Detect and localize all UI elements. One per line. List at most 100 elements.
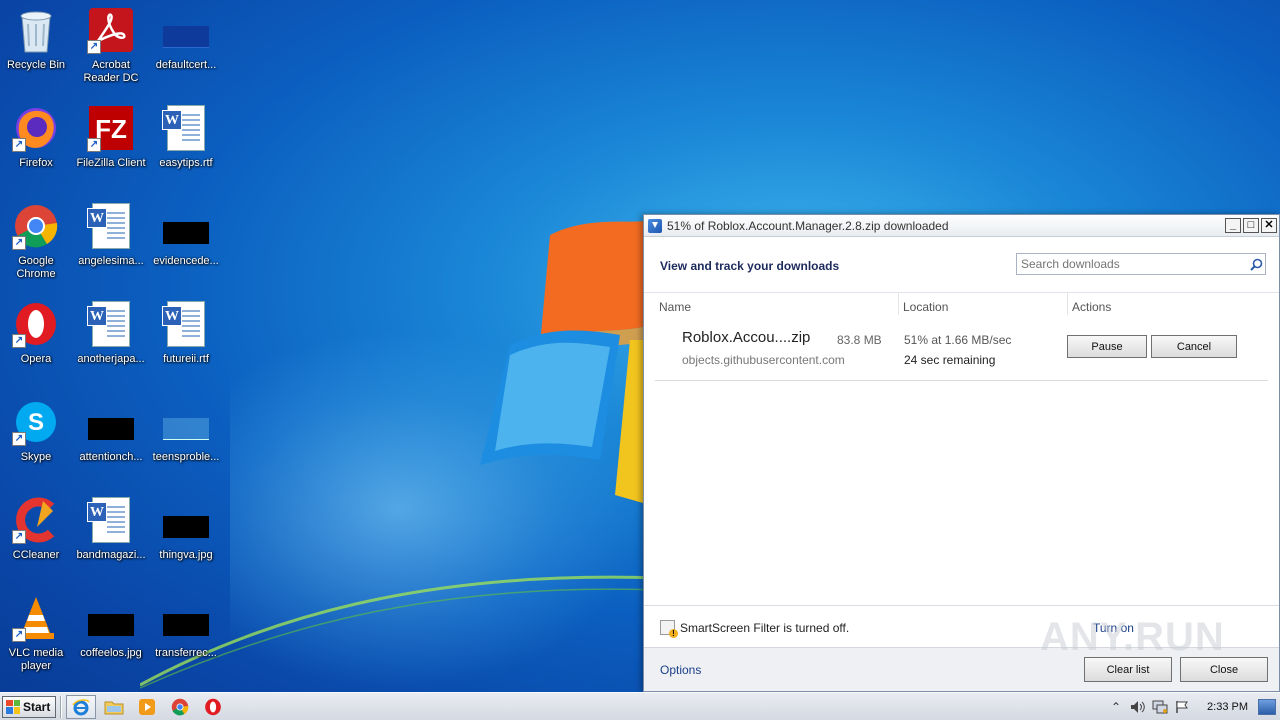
pause-button[interactable]: Pause <box>1067 335 1147 358</box>
word-document-icon: W <box>87 202 135 250</box>
search-downloads-box[interactable] <box>1016 253 1266 275</box>
desktop-icon-image[interactable]: attentionch... <box>73 398 149 488</box>
maximize-button[interactable]: □ <box>1243 218 1259 233</box>
word-document-icon: W <box>87 300 135 348</box>
column-header-name[interactable]: Name <box>659 300 691 314</box>
start-label: Start <box>23 699 51 714</box>
acrobat-icon: ↗ <box>87 6 135 54</box>
desktop-icon-label: Opera <box>20 353 52 365</box>
desktop-icon-opera[interactable]: ↗ Opera <box>0 300 74 390</box>
word-document-icon: W <box>87 496 135 544</box>
desktop-icon-file[interactable]: teensproble... <box>148 398 224 488</box>
image-thumbnail-icon <box>87 398 135 446</box>
column-header-location[interactable]: Location <box>903 300 948 314</box>
smartscreen-notice: SmartScreen Filter is turned off. <box>660 620 850 638</box>
downloads-header: View and track your downloads <box>644 237 1279 293</box>
shortcut-arrow-icon: ↗ <box>12 236 26 250</box>
desktop-icon-label: angelesima... <box>78 255 144 267</box>
smartscreen-text: SmartScreen Filter is turned off. <box>680 620 850 635</box>
download-file-size: 83.8 MB <box>837 333 882 347</box>
volume-icon[interactable] <box>1129 698 1147 716</box>
image-thumbnail-icon <box>162 496 210 544</box>
vlc-icon: ↗ <box>12 594 60 642</box>
desktop-icon-word-doc[interactable]: W anotherjapa... <box>73 300 149 390</box>
taskbar-clock[interactable]: 2:33 PM <box>1207 701 1248 713</box>
show-hidden-icons-button[interactable]: ⌃ <box>1107 698 1125 716</box>
desktop-icon-label: easytips.rtf <box>159 157 213 169</box>
desktop-icon-label: Google Chrome <box>16 255 56 280</box>
windows-logo-wallpaper <box>480 215 650 515</box>
image-thumbnail-icon <box>162 202 210 250</box>
opera-icon: ↗ <box>12 300 60 348</box>
svg-text:S: S <box>28 409 44 436</box>
desktop-icon-vlc[interactable]: ↗ VLC media player <box>0 594 74 684</box>
desktop-icon-label: CCleaner <box>12 549 60 561</box>
search-downloads-input[interactable] <box>1017 254 1247 274</box>
desktop-icon-chrome[interactable]: ↗ Google Chrome <box>0 202 74 292</box>
internet-explorer-icon[interactable] <box>66 694 96 719</box>
window-controls: _ □ ✕ <box>1225 218 1277 233</box>
firefox-icon: ↗ <box>12 104 60 152</box>
desktop-icon-label: futureii.rtf <box>163 353 209 365</box>
desktop-icon-label: defaultcert... <box>155 59 217 71</box>
desktop-icon-word-doc[interactable]: W bandmagazi... <box>73 496 149 586</box>
chrome-icon: ↗ <box>12 202 60 250</box>
column-headers: Name Location Actions <box>644 293 1279 321</box>
action-center-flag-icon[interactable] <box>1173 698 1191 716</box>
close-window-button[interactable]: ✕ <box>1261 218 1277 233</box>
column-header-actions[interactable]: Actions <box>1072 300 1111 314</box>
ccleaner-icon: ↗ <box>12 496 60 544</box>
options-link[interactable]: Options <box>660 663 701 677</box>
desktop-icon-image[interactable]: evidencede... <box>148 202 224 292</box>
system-tray: ⌃ 2:33 PM <box>1105 693 1280 720</box>
desktop-icon-image[interactable]: coffeelos.jpg <box>73 594 149 684</box>
desktop-icon-word-doc[interactable]: W angelesima... <box>73 202 149 292</box>
start-button[interactable]: Start <box>2 695 56 718</box>
skype-icon: S ↗ <box>12 398 60 446</box>
desktop-icon-image[interactable]: thingva.jpg <box>148 496 224 586</box>
desktop-icon-word-doc[interactable]: W easytips.rtf <box>148 104 224 194</box>
desktop-icon-filezilla[interactable]: FZ ↗ FileZilla Client <box>73 104 149 194</box>
file-thumbnail-icon <box>162 6 210 54</box>
window-title: 51% of Roblox.Account.Manager.2.8.zip do… <box>667 218 949 233</box>
explorer-folder-icon[interactable] <box>99 695 129 719</box>
desktop-icon-label: VLC media player <box>8 647 64 672</box>
network-icon[interactable] <box>1151 698 1169 716</box>
downloads-headline: View and track your downloads <box>660 259 840 273</box>
minimize-button[interactable]: _ <box>1225 218 1241 233</box>
file-thumbnail-icon <box>162 398 210 446</box>
opera-taskbar-icon[interactable] <box>198 695 228 719</box>
desktop-icon-recycle-bin[interactable]: Recycle Bin <box>0 6 74 96</box>
search-icon[interactable] <box>1247 255 1265 273</box>
shortcut-arrow-icon: ↗ <box>12 432 26 446</box>
desktop-icon-label: Recycle Bin <box>6 59 66 71</box>
download-time-remaining: 24 sec remaining <box>904 353 996 367</box>
desktop-icon-ccleaner[interactable]: ↗ CCleaner <box>0 496 74 586</box>
desktop-icon-label: evidencede... <box>153 255 219 267</box>
word-document-icon: W <box>162 104 210 152</box>
chrome-taskbar-icon[interactable] <box>165 695 195 719</box>
desktop-icon-label: bandmagazi... <box>76 549 146 561</box>
show-desktop-button[interactable] <box>1258 698 1276 715</box>
media-player-icon[interactable] <box>132 695 162 719</box>
desktop-icon-firefox[interactable]: ↗ Firefox <box>0 104 74 194</box>
column-divider <box>1067 293 1068 315</box>
desktop-icon-label: coffeelos.jpg <box>80 647 142 659</box>
desktop-icon-acrobat[interactable]: ↗ Acrobat Reader DC <box>73 6 149 96</box>
desktop-icon-word-doc[interactable]: W futureii.rtf <box>148 300 224 390</box>
desktop-icon-label: Acrobat Reader DC <box>83 59 139 84</box>
desktop-icon-file[interactable]: defaultcert... <box>148 6 224 96</box>
download-item-row[interactable]: Roblox.Accou....zip 83.8 MB objects.gith… <box>655 321 1268 381</box>
desktop-icon-skype[interactable]: S ↗ Skype <box>0 398 74 488</box>
desktop-icon-label: Skype <box>20 451 52 463</box>
column-divider <box>898 293 899 315</box>
cancel-button[interactable]: Cancel <box>1151 335 1237 358</box>
image-thumbnail-icon <box>162 594 210 642</box>
taskbar: Start ⌃ 2:33 PM <box>0 692 1280 720</box>
desktop-icon-label: anotherjapa... <box>77 353 145 365</box>
desktop-icon-label: Firefox <box>19 157 53 169</box>
desktop-icon-label: thingva.jpg <box>159 549 213 561</box>
desktop-icon-image[interactable]: transferrec... <box>148 594 224 684</box>
window-titlebar[interactable]: 51% of Roblox.Account.Manager.2.8.zip do… <box>644 215 1279 237</box>
download-app-icon <box>648 218 662 233</box>
